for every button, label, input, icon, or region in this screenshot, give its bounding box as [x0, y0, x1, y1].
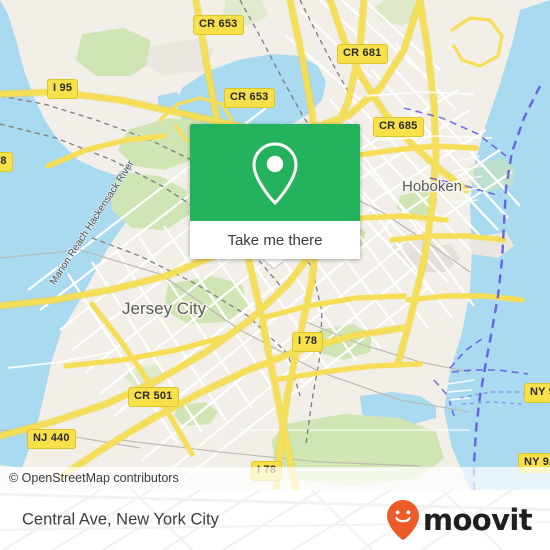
highway-shield-cr653-north[interactable]: CR 653: [193, 15, 244, 35]
moovit-pin-smile-icon: [386, 500, 419, 540]
osm-attribution[interactable]: © OpenStreetMap contributors: [0, 467, 550, 490]
highway-shield-i95[interactable]: I 95: [47, 79, 79, 99]
highway-shield-clipped-08[interactable]: 08: [0, 152, 13, 172]
screenshot-root: Hoboken Jersey City Marion Reach Hackens…: [0, 0, 550, 550]
map-popup-card[interactable]: Take me there: [190, 124, 360, 259]
popup-pointer: [262, 258, 286, 268]
highway-shield-nj440[interactable]: NJ 440: [27, 429, 76, 449]
location-title: Central Ave, New York City: [22, 510, 219, 529]
place-label-hoboken: Hoboken: [402, 178, 463, 195]
place-label-jersey-city: Jersey City: [122, 299, 207, 318]
bottom-info-bar: Central Ave, New York City moovit: [0, 490, 550, 550]
highway-shield-cr501[interactable]: CR 501: [128, 387, 179, 407]
moovit-wordmark: moovit: [422, 503, 533, 537]
highway-shield-cr681[interactable]: CR 681: [337, 44, 388, 64]
highway-shield-ny9a-upper[interactable]: NY 9A: [524, 383, 550, 403]
highway-shield-i78-upper[interactable]: I 78: [292, 332, 324, 352]
moovit-logo[interactable]: moovit: [386, 499, 533, 541]
highway-shield-cr685[interactable]: CR 685: [373, 117, 424, 137]
popup-header: [190, 124, 360, 221]
highway-shield-cr653-south[interactable]: CR 653: [224, 88, 275, 108]
take-me-there-button[interactable]: Take me there: [190, 221, 360, 259]
map-pin-icon: [252, 141, 298, 205]
